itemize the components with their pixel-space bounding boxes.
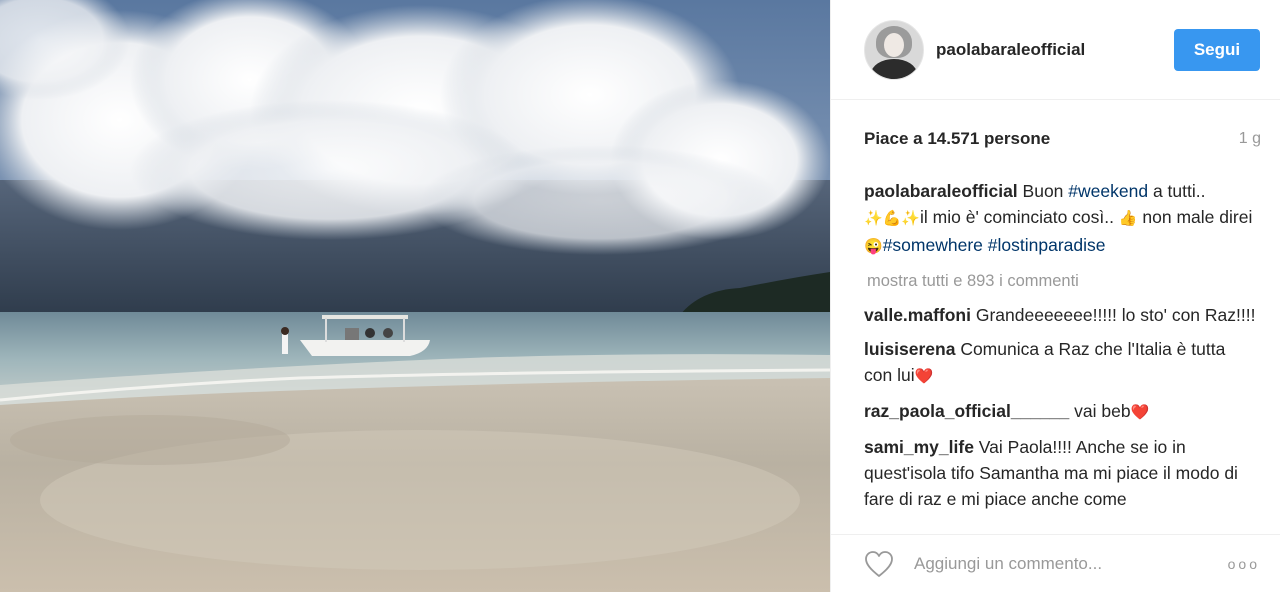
comment-username[interactable]: valle.maffoni	[864, 305, 971, 325]
heart-emoji: ❤️	[914, 368, 934, 385]
caption-text: non male direi	[1137, 207, 1253, 227]
follow-button[interactable]: Segui	[1174, 28, 1260, 71]
like-heart-icon[interactable]	[864, 550, 894, 578]
post-timestamp[interactable]: 1 g	[1239, 130, 1261, 148]
caption-emoji: 👍	[1118, 210, 1138, 227]
post-sidebar: paolabaraleofficial Segui Piace a 14.571…	[830, 0, 1280, 592]
comments-list[interactable]: paolabaraleofficial Buon #weekend a tutt…	[831, 178, 1280, 518]
hashtag-somewhere[interactable]: #somewhere	[883, 235, 983, 255]
caption-text: Buon	[1017, 181, 1069, 201]
caption-text: a tutti..	[1148, 181, 1206, 201]
header-username[interactable]: paolabaraleofficial	[936, 40, 1174, 60]
comment-username[interactable]: raz_paola_official______	[864, 401, 1069, 421]
hashtag-weekend[interactable]: #weekend	[1068, 181, 1148, 201]
hashtag-lostinparadise[interactable]: #lostinparadise	[988, 235, 1106, 255]
likes-count[interactable]: Piace a 14.571 persone	[864, 129, 1050, 149]
comment: raz_paola_official______ vai beb❤️	[864, 398, 1258, 426]
caption: paolabaraleofficial Buon #weekend a tutt…	[864, 178, 1258, 260]
add-comment-input[interactable]	[912, 552, 1228, 575]
instagram-post: paolabaraleofficial Segui Piace a 14.571…	[0, 0, 1280, 592]
comment-bar: ooo	[831, 534, 1280, 592]
avatar[interactable]	[864, 19, 924, 80]
caption-username[interactable]: paolabaraleofficial	[864, 181, 1018, 201]
beach-photo	[0, 0, 830, 592]
post-header: paolabaraleofficial Segui	[831, 0, 1280, 100]
heart-emoji: ❤️	[1130, 404, 1150, 421]
comment-text: vai beb	[1069, 401, 1131, 421]
comment-text: Grandeeeeeee!!!!! lo sto' con Raz!!!!	[970, 305, 1256, 325]
comment: sami_my_life Vai Paola!!!! Anche se io i…	[864, 434, 1258, 512]
more-options-icon[interactable]: ooo	[1228, 556, 1260, 572]
comment-username[interactable]: luisiserena	[864, 339, 955, 359]
comment: valle.maffoni Grandeeeeeee!!!!! lo sto' …	[864, 302, 1258, 328]
post-photo[interactable]	[0, 0, 830, 592]
comment: luisiserena Comunica a Raz che l'Italia …	[864, 336, 1258, 390]
likes-row: Piace a 14.571 persone 1 g	[831, 100, 1280, 178]
show-all-comments-link[interactable]: mostra tutti e 893 i commenti	[867, 268, 1258, 294]
caption-emoji: 😜	[864, 238, 883, 255]
caption-text: il mio è' cominciato così..	[920, 207, 1119, 227]
caption-emoji: ✨💪✨	[864, 210, 921, 227]
comment-username[interactable]: sami_my_life	[864, 437, 974, 457]
